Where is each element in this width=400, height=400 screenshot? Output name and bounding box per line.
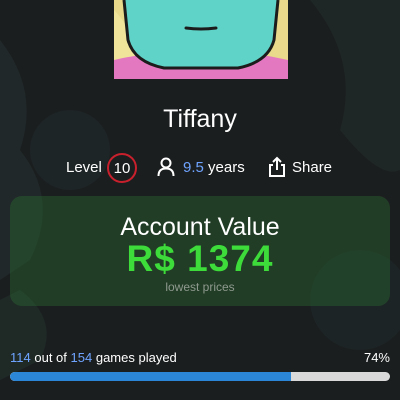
share-icon — [269, 156, 285, 177]
games-total-count: 154 — [70, 350, 93, 365]
progress-bar — [10, 372, 390, 381]
avatar-image — [114, 0, 288, 79]
account-value-subtitle: lowest prices — [165, 280, 235, 294]
games-played-suffix: games played — [95, 350, 177, 365]
level-label: Level — [66, 159, 102, 176]
avatar — [114, 0, 288, 79]
account-age: 9.5 years — [183, 159, 245, 176]
progress-percent: 74% — [363, 350, 390, 365]
games-progress-label: 114 out of 154 games played 74% — [10, 350, 390, 365]
account-age-unit: years — [208, 159, 245, 176]
profile-stats: Level 10 9.5 years Share — [0, 152, 400, 183]
person-icon — [157, 157, 175, 177]
games-out-of: out of — [34, 350, 67, 365]
username: Tiffany — [163, 105, 237, 133]
share-label: Share — [292, 159, 333, 176]
progress-bar-fill — [10, 372, 292, 381]
level-badge: 10 — [107, 153, 137, 183]
account-value-card: Account Value R$ 1374 lowest prices — [10, 196, 390, 306]
account-age-value: 9.5 — [183, 159, 204, 176]
games-played-count: 114 — [10, 350, 31, 365]
account-value-amount: R$ 1374 — [126, 238, 274, 279]
